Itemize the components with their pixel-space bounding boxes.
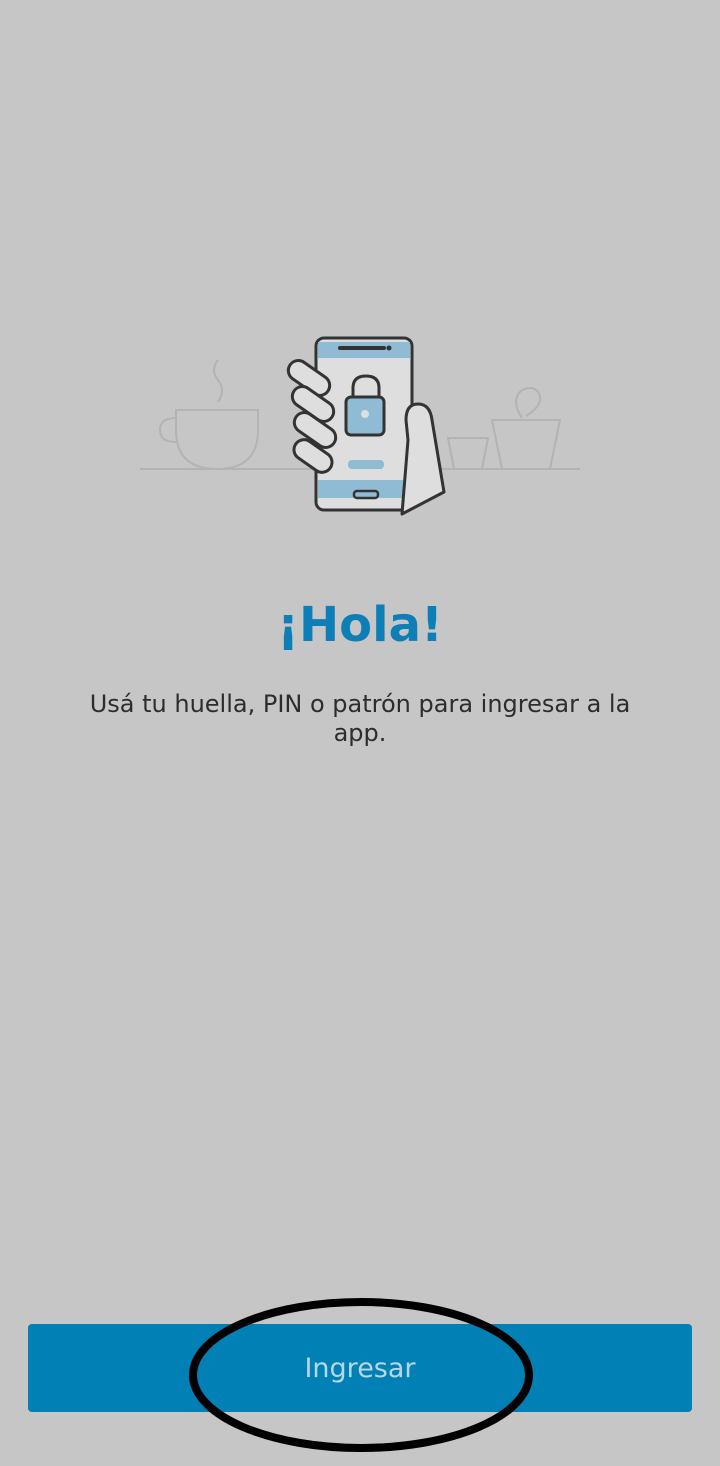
login-button[interactable]: Ingresar: [28, 1324, 692, 1412]
greeting-subtitle: Usá tu huella, PIN o patrón para ingresa…: [89, 690, 631, 747]
mug-icon: [446, 387, 562, 470]
phone-lock-illustration: [140, 336, 580, 516]
greeting-title: ¡Hola!: [277, 597, 443, 653]
hand-thumb: [400, 402, 446, 516]
login-button-label: Ingresar: [304, 1352, 416, 1384]
coffee-cup-icon: [158, 359, 259, 471]
